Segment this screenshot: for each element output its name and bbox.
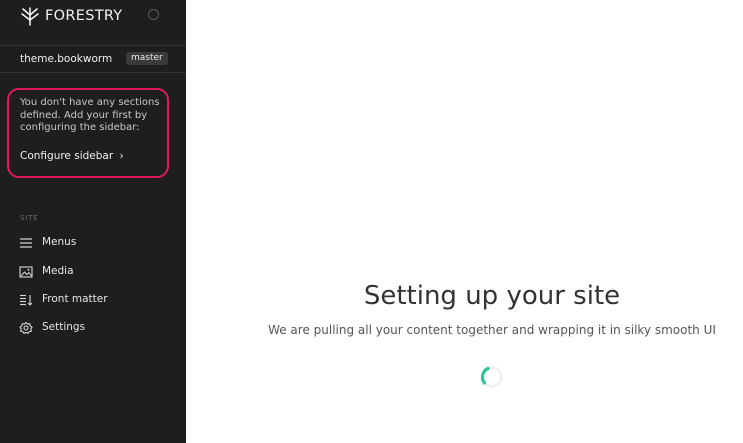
- sidebar-item-media[interactable]: Media: [0, 260, 186, 284]
- main-content: Setting up your site We are pulling all …: [186, 0, 743, 443]
- sidebar-item-label: Settings: [42, 321, 86, 333]
- notice-text: You don't have any sections defined. Add…: [20, 97, 160, 133]
- sort-list-icon: [20, 294, 33, 306]
- loading-indicator-icon: [148, 9, 159, 20]
- loading-spinner-icon: [480, 366, 503, 388]
- configure-sidebar-label: Configure sidebar: [20, 150, 114, 162]
- forestry-tree-icon: [21, 7, 39, 26]
- menu-lines-icon: [20, 238, 32, 248]
- no-sections-notice: You don't have any sections defined. Add…: [7, 88, 169, 178]
- divider: [0, 72, 186, 73]
- image-icon: [19, 266, 33, 278]
- sidebar-item-menus[interactable]: Menus: [0, 231, 186, 255]
- page-title: Setting up your site: [363, 281, 621, 311]
- sidebar-item-label: Media: [42, 265, 74, 277]
- repo-selector[interactable]: theme.bookworm master: [0, 46, 186, 72]
- configure-sidebar-link[interactable]: Configure sidebar ›: [20, 150, 124, 162]
- sidebar-item-front-matter[interactable]: Front matter: [0, 288, 186, 312]
- sidebar-item-label: Front matter: [42, 293, 108, 305]
- sidebar-item-label: Menus: [42, 236, 77, 248]
- sidebar: FORESTRY theme.bookworm master You don't…: [0, 0, 186, 443]
- page-subtitle: We are pulling all your content together…: [268, 323, 716, 337]
- repo-name: theme.bookworm: [20, 53, 113, 65]
- section-label-site: SITE: [20, 214, 39, 222]
- brand-name: FORESTRY: [45, 8, 123, 24]
- forestry-logo[interactable]: FORESTRY: [19, 5, 122, 27]
- chevron-right-icon: ›: [119, 150, 124, 162]
- sidebar-item-settings[interactable]: Settings: [0, 316, 186, 340]
- gear-icon: [19, 322, 33, 334]
- branch-badge[interactable]: master: [126, 52, 168, 65]
